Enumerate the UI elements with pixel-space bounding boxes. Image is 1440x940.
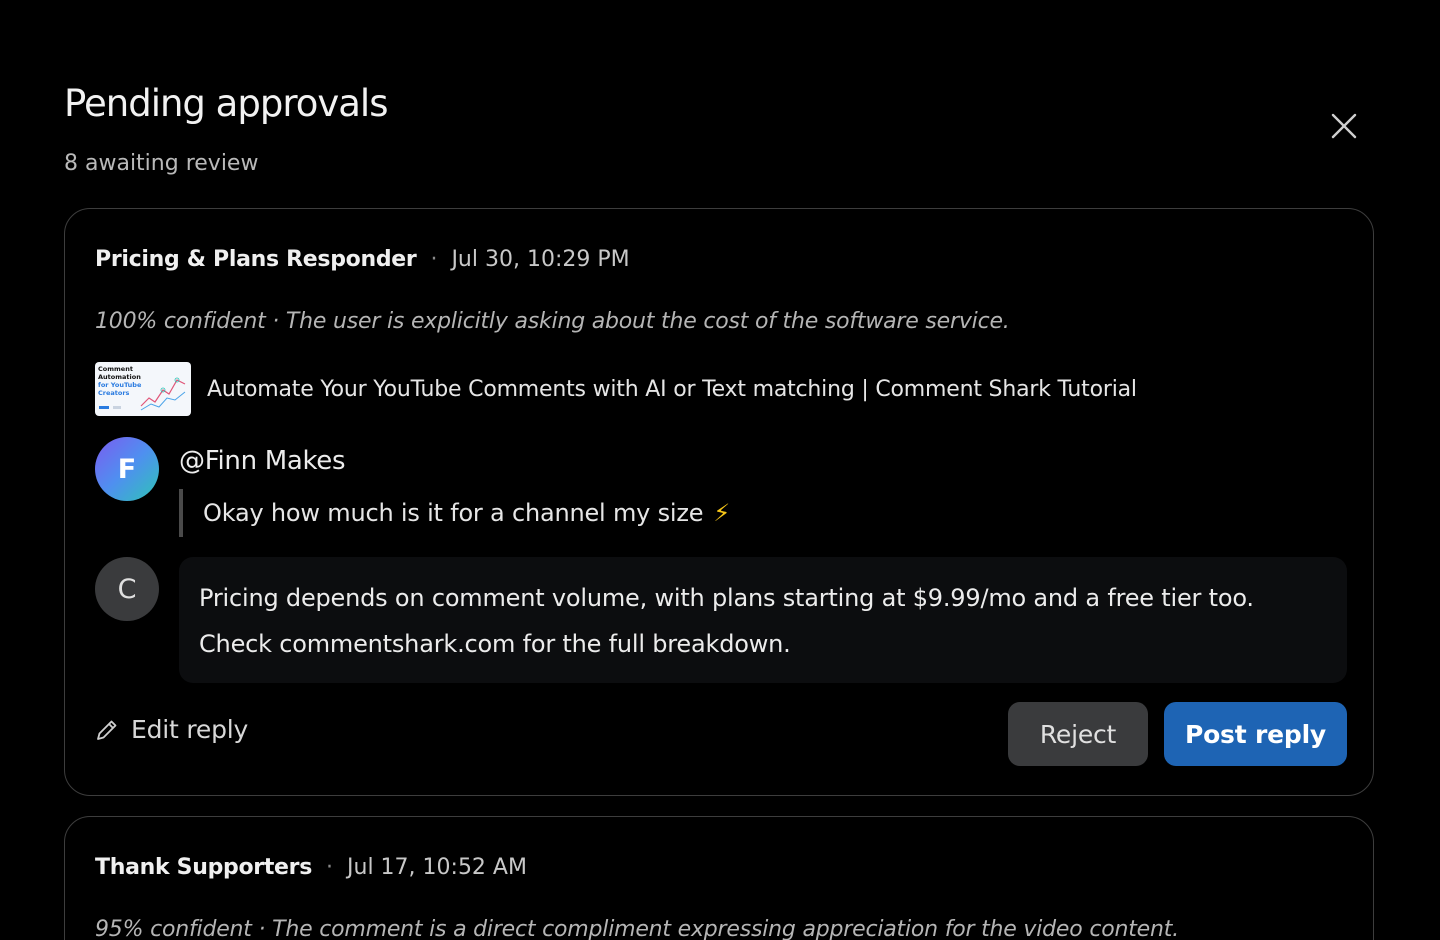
reply-text-line: Check commentshark.com for the full brea… [199,630,791,658]
reject-button[interactable]: Reject [1008,702,1148,766]
pending-count: 8 awaiting review [64,151,259,176]
reply-text-line: Pricing depends on comment volume, with … [199,584,1254,612]
card-meta: Pricing & Plans Responder · Jul 30, 10:29 … [95,245,630,275]
lightning-icon: ⚡ [713,499,730,527]
post-reply-button[interactable]: Post reply [1164,702,1347,766]
confidence-reason: 100% confident · The user is explicitly … [95,309,1010,334]
responder-name: Pricing & Plans Responder [95,247,417,272]
approval-card: Pricing & Plans Responder · Jul 30, 10:29 … [64,208,1374,796]
commenter-avatar: F [95,437,159,501]
channel-avatar: C [95,557,159,621]
comment-text: Okay how much is it for a channel my siz… [179,489,730,537]
edit-reply-label: Edit reply [131,715,249,744]
meta-separator: · [326,855,334,880]
approval-card: Thank Supporters · Jul 17, 10:52 AM 95% co… [64,816,1374,940]
edit-reply-button[interactable]: Edit reply [95,715,248,744]
video-thumbnail: Comment Automation for YouTube Creators [95,362,191,416]
page-title: Pending approvals [64,82,388,125]
suggested-reply: Pricing depends on comment volume, with … [179,557,1347,683]
video-reference[interactable]: Comment Automation for YouTube Creators … [95,362,1137,416]
comment-body: Okay how much is it for a channel my siz… [203,499,704,527]
confidence-reason: 95% confident · The comment is a direct … [95,917,1179,940]
commenter-name[interactable]: @Finn Makes [179,445,346,477]
meta-separator: · [430,247,438,272]
card-meta: Thank Supporters · Jul 17, 10:52 AM [95,853,527,883]
video-title[interactable]: Automate Your YouTube Comments with AI o… [207,377,1137,402]
card-timestamp: Jul 17, 10:52 AM [347,855,527,880]
card-timestamp: Jul 30, 10:29 PM [451,247,630,272]
pencil-icon [95,718,119,742]
pending-approvals-panel: Pending approvals 8 awaiting review Pric… [0,0,1440,940]
close-button[interactable] [1324,106,1364,146]
thumbnail-graph-icon [99,377,186,411]
close-icon [1331,113,1357,139]
responder-name: Thank Supporters [95,855,313,880]
